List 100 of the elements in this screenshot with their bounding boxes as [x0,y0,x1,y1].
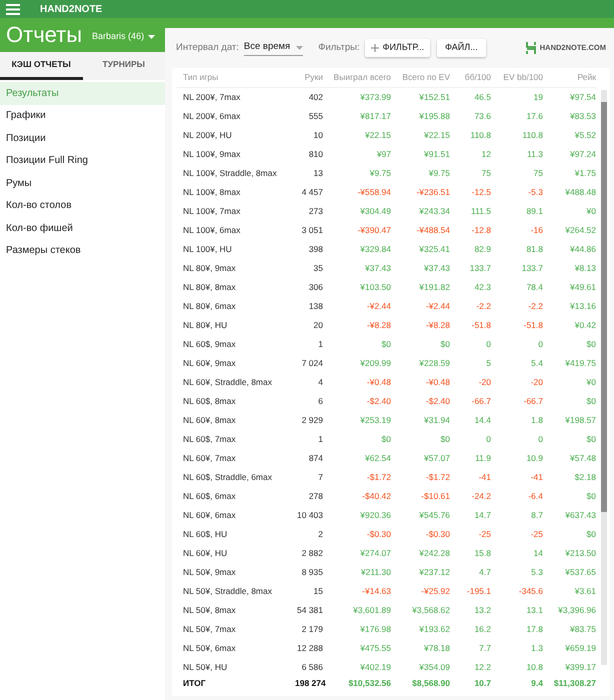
table-cell-text: -¥2.44 [366,300,391,313]
table-cell-text: NL 60$, 8max [182,395,237,408]
table-cell-text: 10 [312,129,323,142]
table-cell-text: ¥0 [586,376,596,389]
table-cell-text: NL 60$, 9max [182,338,237,351]
table-cell-text: ¥264.52 [564,224,596,237]
table-cell-text: NL 200¥, 6max [182,110,242,123]
sidebar-item[interactable]: Позиции Full Ring [0,150,165,172]
table-cell-text: ¥3,601.89 [352,604,391,617]
table-cell-text: 306 [308,281,323,294]
table-cell-text: 17.6 [525,110,543,123]
table-cell-text: ¥57.48 [569,452,596,465]
sidebar-item[interactable]: Кол-во столов [0,194,165,217]
table-cell-text: NL 100¥, 7max [182,205,242,218]
table-cell-text: 4 [317,376,323,389]
table-cell-text: ¥354.09 [418,661,450,674]
sidebar-item[interactable]: Размеры стеков [0,240,165,262]
caret-icon [148,34,156,38]
scrollbar[interactable] [601,90,607,665]
table-cell-text: ¥152.51 [418,91,450,104]
table-cell-text: 13.2 [473,604,491,617]
table-cell-text: 10.8 [525,661,543,674]
table-cell-text: 110.8 [469,129,491,142]
sidebar-item[interactable]: Румы [0,172,165,194]
table-cell-text: 78.4 [525,281,543,294]
table-cell-text: -$0.30 [366,528,391,541]
table-cell-text: 10 403 [296,509,323,522]
table-cell-text: ¥545.76 [418,509,450,522]
scrollbar-thumb[interactable] [601,102,607,512]
table-cell-text: NL 60¥, 8max [182,414,237,427]
table-cell-text: -25 [530,528,543,541]
table-cell-text: ¥91.51 [423,148,450,161]
table-cell-text: 133.7 [520,262,543,275]
table-cell-text: ¥9.75 [368,167,391,180]
table-cell-text: 5.3 [530,566,543,579]
plus-icon [370,44,379,52]
table-cell-text: 5.4 [530,357,543,370]
app-title: HAND2NOTE [40,2,102,16]
table-cell-text: NL 60$, HU [182,528,228,541]
table-cell-text: -¥558.94 [356,186,391,199]
tab[interactable]: ТУРНИРЫ [82,52,165,80]
table-cell-text: -¥25.92 [420,585,450,598]
table-cell-text: ¥13.16 [569,300,596,313]
page-title: Отчеты [6,24,82,46]
filters-label: Фильтры: [318,40,360,55]
table-cell-text: 13 [312,167,323,180]
table-cell-text: ¥49.61 [569,281,596,294]
table-cell-text: ¥213.50 [564,547,596,560]
table-cell-text: ¥44.86 [569,243,596,256]
table-cell-text: ¥57.07 [423,452,450,465]
table-cell-text: $0 [586,395,596,408]
table-cell-text: NL 80¥, HU [182,319,228,332]
sidebar-item[interactable]: Кол-во фишей [0,217,165,240]
table-cell-text: ¥103.50 [359,281,391,294]
table-cell-text: ¥193.62 [418,623,450,636]
table-cell-text: $0 [586,528,596,541]
table-cell-text: NL 200¥, 7max [182,91,242,104]
filter-button[interactable]: ФИЛЬТР... [364,39,430,57]
table-cell-text: 73.6 [473,110,491,123]
table-cell-text: 82.9 [473,243,491,256]
table-cell-text: NL 100¥, Straddle, 8max [182,167,278,180]
table-cell-text: 1.8 [530,414,543,427]
table-cell-text: 75 [532,167,543,180]
table-cell-text: -66.7 [522,395,543,408]
table-cell-text: 13.1 [525,604,543,617]
table-cell-text: 138 [308,300,323,313]
table-cell-text: ¥195.88 [418,110,450,123]
table-cell-text: 398 [308,243,323,256]
file-button[interactable]: ФАЙЛ... [437,39,486,57]
table-cell-text: ¥97.24 [569,148,596,161]
table-cell-text: 42.3 [473,281,491,294]
table-cell-text: ¥253.19 [359,414,391,427]
table-cell-text: ¥304.49 [359,205,391,218]
sidebar-item[interactable]: Позиции [0,127,165,150]
table-cell-text: ¥817.17 [359,110,391,123]
table-cell-text: -¥390.47 [356,224,391,237]
logo-icon [526,42,536,54]
table-cell-text: 2 882 [300,547,323,560]
table-cell-text: 75 [480,167,491,180]
table-cell-text: 810 [308,148,323,161]
table-cell-text: -$1.72 [424,471,450,484]
table-cell-text: 54 381 [296,604,323,617]
table-cell-text: ¥325.41 [418,243,450,256]
table-cell-text: ¥176.98 [359,623,391,636]
menu-icon[interactable] [6,4,20,14]
total-cell-text: $11,308.27 [552,677,596,690]
table-cell-text: 89.1 [525,205,543,218]
date-dropdown[interactable]: Все время [244,40,304,56]
table-cell-text: ¥399.17 [564,661,596,674]
table-cell-text: 1 [317,433,323,446]
table-cell-text: -41 [478,471,491,484]
table-cell-text: ¥373.99 [359,91,391,104]
table-cell-text: -6.4 [527,490,543,503]
table-cell-text: -2.2 [527,300,543,313]
table-cell-text: 14 [532,547,543,560]
sidebar-item[interactable]: Графики [0,104,165,127]
table-cell-text: $0 [586,433,596,446]
table-cell-text: 15.8 [473,547,491,560]
table-cell-text: ¥37.43 [364,262,391,275]
table-cell-text: ¥3.61 [574,585,596,598]
